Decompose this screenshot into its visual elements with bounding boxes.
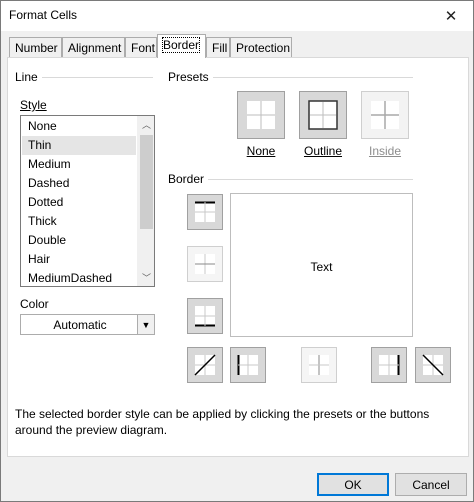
preset-outline-button[interactable] xyxy=(299,91,347,139)
list-item-selected[interactable]: Thin xyxy=(22,136,136,155)
preview-text: Text xyxy=(310,260,333,274)
border-vertical-inside-icon xyxy=(309,355,329,375)
border-section-label: Border xyxy=(168,172,209,186)
preset-none-label: None xyxy=(246,144,276,158)
border-outline-icon xyxy=(308,100,338,130)
tab-font[interactable]: Font xyxy=(125,37,157,57)
border-top-button[interactable] xyxy=(187,194,223,230)
border-none-icon xyxy=(247,101,275,129)
ok-button[interactable]: OK xyxy=(317,473,389,496)
button-bar: OK Cancel xyxy=(1,463,473,501)
line-section-label: Line xyxy=(15,70,42,84)
border-left-icon xyxy=(237,355,258,375)
scroll-thumb[interactable] xyxy=(140,135,153,229)
list-item[interactable]: MediumDashed xyxy=(22,269,136,288)
border-diagonal-down-icon xyxy=(422,354,444,376)
close-icon[interactable]: ✕ xyxy=(429,1,473,31)
color-dropdown[interactable]: Automatic ▼ xyxy=(20,314,155,335)
border-bottom-button[interactable] xyxy=(187,298,223,334)
preset-inside-button[interactable] xyxy=(361,91,409,139)
tab-protection[interactable]: Protection xyxy=(230,37,292,57)
border-diagonal-up-button[interactable] xyxy=(187,347,223,383)
border-horizontal-inside-button[interactable] xyxy=(187,246,223,282)
list-item[interactable]: Dotted xyxy=(22,193,136,212)
window-title: Format Cells xyxy=(9,8,78,22)
border-right-icon xyxy=(379,355,400,375)
list-item[interactable]: Thick xyxy=(22,212,136,231)
border-bottom-icon xyxy=(195,306,215,327)
format-cells-dialog: Format Cells ✕ Number Alignment Font Bor… xyxy=(0,0,474,502)
color-value: Automatic xyxy=(53,318,107,332)
tab-number[interactable]: Number xyxy=(9,37,62,57)
list-item[interactable]: Dashed xyxy=(22,174,136,193)
style-label: Style xyxy=(20,98,51,112)
dropdown-arrow-icon[interactable]: ▼ xyxy=(137,315,154,334)
list-item[interactable]: Double xyxy=(22,231,136,250)
presets-section-rule xyxy=(211,77,413,78)
scroll-down-icon[interactable]: ﹀ xyxy=(138,269,155,286)
style-listbox[interactable]: None Thin Medium Dashed Dotted Thick Dou… xyxy=(20,115,155,287)
list-item[interactable]: None xyxy=(22,117,136,136)
presets-section-label: Presets xyxy=(168,70,213,84)
preset-none-button[interactable] xyxy=(237,91,285,139)
list-item[interactable]: Hair xyxy=(22,250,136,269)
tab-border[interactable]: Border xyxy=(157,34,206,58)
border-diagonal-down-button[interactable] xyxy=(415,347,451,383)
border-left-button[interactable] xyxy=(230,347,266,383)
scroll-up-icon[interactable]: ︿ xyxy=(138,116,155,133)
tab-alignment[interactable]: Alignment xyxy=(62,37,125,57)
border-diagonal-up-icon xyxy=(194,354,216,376)
border-inside-icon xyxy=(371,101,399,129)
preset-inside-label: Inside xyxy=(368,144,402,158)
border-horizontal-inside-icon xyxy=(195,254,215,274)
style-list-scrollbar[interactable]: ︿ ﹀ xyxy=(137,116,154,286)
cancel-button[interactable]: Cancel xyxy=(395,473,467,496)
border-section-rule xyxy=(207,179,413,180)
preset-outline-label: Outline xyxy=(303,144,343,158)
border-top-icon xyxy=(195,201,215,222)
list-item[interactable]: Medium xyxy=(22,155,136,174)
border-vertical-inside-button[interactable] xyxy=(301,347,337,383)
border-preview[interactable]: Text xyxy=(230,193,413,337)
color-label: Color xyxy=(20,297,53,311)
border-right-button[interactable] xyxy=(371,347,407,383)
line-section-rule xyxy=(41,77,153,78)
tab-fill[interactable]: Fill xyxy=(206,37,230,57)
title-bar: Format Cells ✕ xyxy=(1,1,473,31)
help-text: The selected border style can be applied… xyxy=(15,407,430,437)
